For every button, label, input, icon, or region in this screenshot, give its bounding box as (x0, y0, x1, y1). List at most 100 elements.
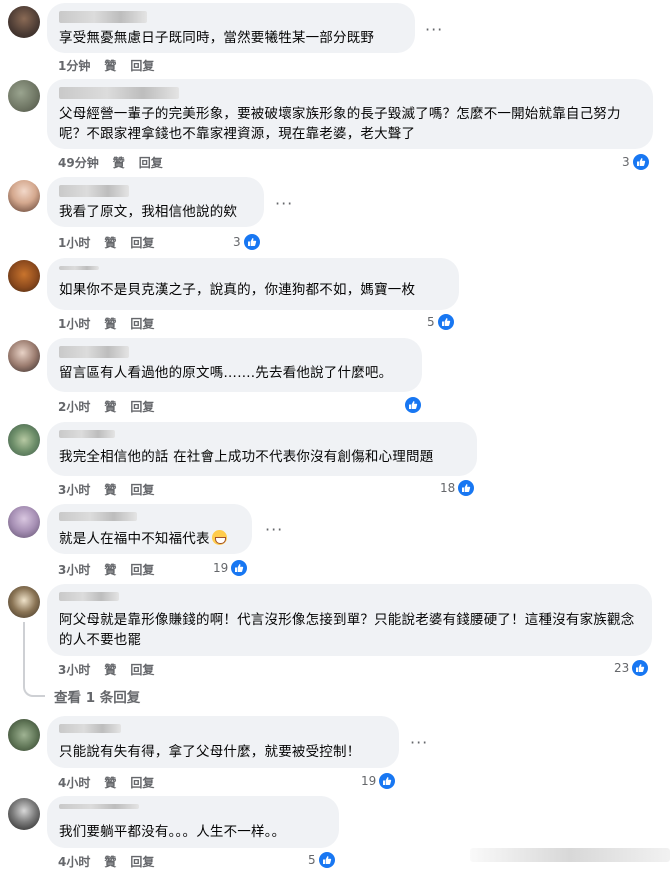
avatar[interactable] (8, 180, 40, 212)
like-icon (436, 313, 455, 331)
like-button[interactable]: 贊 (104, 398, 116, 415)
avatar[interactable] (8, 506, 40, 538)
author-name[interactable] (59, 266, 99, 270)
avatar[interactable] (8, 260, 40, 292)
comment-text: 我们要躺平都没有。。。人生不一样。。 (59, 824, 286, 840)
reply-button[interactable]: 回复 (130, 481, 154, 498)
comment-text: 就是人在福中不知福代表 (59, 529, 240, 549)
reply-button[interactable]: 回复 (130, 315, 154, 332)
author-name[interactable] (59, 592, 119, 601)
comment-bubble: 享受無憂無慮日子既同時，當然要犧牲某一部分既野 (47, 3, 415, 53)
timestamp[interactable]: 1小时 (58, 234, 90, 251)
like-button[interactable]: 贊 (104, 234, 116, 251)
comment-bubble: 只能說有失有得，拿了父母什麼，就要被受控制！ (47, 716, 399, 768)
timestamp[interactable]: 2小时 (58, 398, 90, 415)
reply-button[interactable]: 回复 (130, 57, 154, 74)
like-button[interactable]: 贊 (113, 154, 125, 171)
author-name[interactable] (59, 724, 121, 733)
avatar[interactable] (8, 586, 40, 618)
timestamp[interactable]: 4小时 (58, 853, 90, 870)
like-button[interactable]: 贊 (104, 661, 116, 678)
more-options-icon[interactable]: ··· (265, 522, 283, 538)
timestamp[interactable]: 1分钟 (58, 57, 90, 74)
avatar[interactable] (8, 340, 40, 372)
like-button[interactable]: 贊 (104, 774, 116, 791)
comment-actions: 1小时 贊 回复 (58, 315, 168, 332)
timestamp[interactable]: 49分钟 (58, 154, 99, 171)
comment-bubble: 留言區有人看過他的原文嗎…….先去看他說了什麼吧。 (47, 338, 422, 392)
like-icon (378, 772, 397, 790)
more-options-icon[interactable]: ··· (275, 196, 293, 212)
comment-text: 我完全相信他的話 在社會上成功不代表你沒有創傷和心理問題 (59, 449, 434, 465)
more-options-icon[interactable]: ··· (410, 735, 428, 751)
avatar[interactable] (8, 424, 40, 456)
comment-bubble: 父母經營一輩子的完美形象，要被破壞家族形象的長子毀滅了嗎？怎麼不一開始就靠自己努… (47, 79, 653, 149)
reply-button[interactable]: 回复 (130, 661, 154, 678)
comment-bubble: 阿父母就是靠形像賺錢的啊！代言沒形像怎接到單？只能說老婆有錢腰硬了！這種沒有家族… (47, 584, 652, 656)
reaction-summary[interactable]: 18 (440, 479, 476, 497)
like-button[interactable]: 贊 (104, 853, 116, 870)
avatar[interactable] (8, 719, 40, 751)
reaction-summary[interactable]: 5 (427, 313, 455, 331)
reply-thread-line (23, 622, 45, 697)
like-icon (230, 559, 249, 577)
comment-actions: 1分钟 贊 回复 (58, 57, 168, 74)
more-options-icon[interactable]: ··· (425, 22, 443, 38)
reply-button[interactable]: 回复 (130, 561, 154, 578)
timestamp[interactable]: 3小时 (58, 561, 90, 578)
comment-actions: 3小时 贊 回复 (58, 561, 168, 578)
reaction-count: 5 (308, 853, 316, 867)
like-button[interactable]: 贊 (104, 481, 116, 498)
comment-bubble: 我完全相信他的話 在社會上成功不代表你沒有創傷和心理問題 (47, 422, 477, 476)
comment-actions: 2小时 贊 回复 (58, 398, 168, 415)
author-name[interactable] (59, 430, 115, 438)
comment-text: 留言區有人看過他的原文嗎…….先去看他說了什麼吧。 (59, 365, 393, 381)
reply-button[interactable]: 回复 (130, 234, 154, 251)
reply-button[interactable]: 回复 (130, 774, 154, 791)
author-name[interactable] (59, 185, 129, 197)
comment-bubble: 我看了原文，我相信他說的欸 (47, 177, 264, 227)
comment-actions: 3小时 贊 回复 (58, 481, 168, 498)
reaction-count: 23 (614, 661, 630, 675)
reaction-summary[interactable] (402, 396, 422, 414)
comment-bubble: 就是人在福中不知福代表 (47, 504, 252, 554)
reaction-summary[interactable]: 5 (308, 851, 336, 869)
reaction-count: 5 (427, 315, 435, 329)
reaction-summary[interactable]: 3 (622, 153, 650, 171)
reaction-summary[interactable]: 19 (361, 772, 397, 790)
grin-emoji-icon (211, 530, 227, 545)
avatar[interactable] (8, 798, 40, 830)
author-name[interactable] (59, 87, 179, 99)
author-name[interactable] (59, 11, 147, 23)
timestamp[interactable]: 3小时 (58, 661, 90, 678)
like-button[interactable]: 贊 (104, 561, 116, 578)
avatar[interactable] (8, 6, 40, 38)
comment-text: 阿父母就是靠形像賺錢的啊！代言沒形像怎接到單？只能說老婆有錢腰硬了！這種沒有家族… (59, 612, 635, 648)
reaction-summary[interactable]: 23 (614, 659, 650, 677)
like-icon (631, 659, 650, 677)
view-replies-link[interactable]: 查看 1 条回复 (54, 686, 140, 706)
like-button[interactable]: 贊 (104, 57, 116, 74)
reaction-count: 19 (361, 774, 377, 788)
comment-text: 我看了原文，我相信他說的欸 (59, 204, 238, 220)
like-icon (457, 479, 476, 497)
author-name[interactable] (59, 346, 129, 358)
author-name[interactable] (59, 512, 137, 521)
comment-actions: 4小时 贊 回复 (58, 774, 168, 791)
comment-actions: 3小时 贊 回复 (58, 661, 168, 678)
reaction-count: 19 (213, 561, 229, 575)
reply-button[interactable]: 回复 (130, 853, 154, 870)
reaction-summary[interactable]: 19 (213, 559, 249, 577)
like-icon (242, 233, 261, 251)
reply-button[interactable]: 回复 (139, 154, 163, 171)
avatar[interactable] (8, 80, 40, 112)
reaction-summary[interactable]: 3 (233, 233, 261, 251)
timestamp[interactable]: 3小时 (58, 481, 90, 498)
like-button[interactable]: 贊 (104, 315, 116, 332)
reply-button[interactable]: 回复 (130, 398, 154, 415)
author-name[interactable] (59, 804, 139, 809)
comment-bubble: 我们要躺平都没有。。。人生不一样。。 (47, 796, 339, 848)
timestamp[interactable]: 1小时 (58, 315, 90, 332)
reaction-count: 3 (233, 235, 241, 249)
timestamp[interactable]: 4小时 (58, 774, 90, 791)
